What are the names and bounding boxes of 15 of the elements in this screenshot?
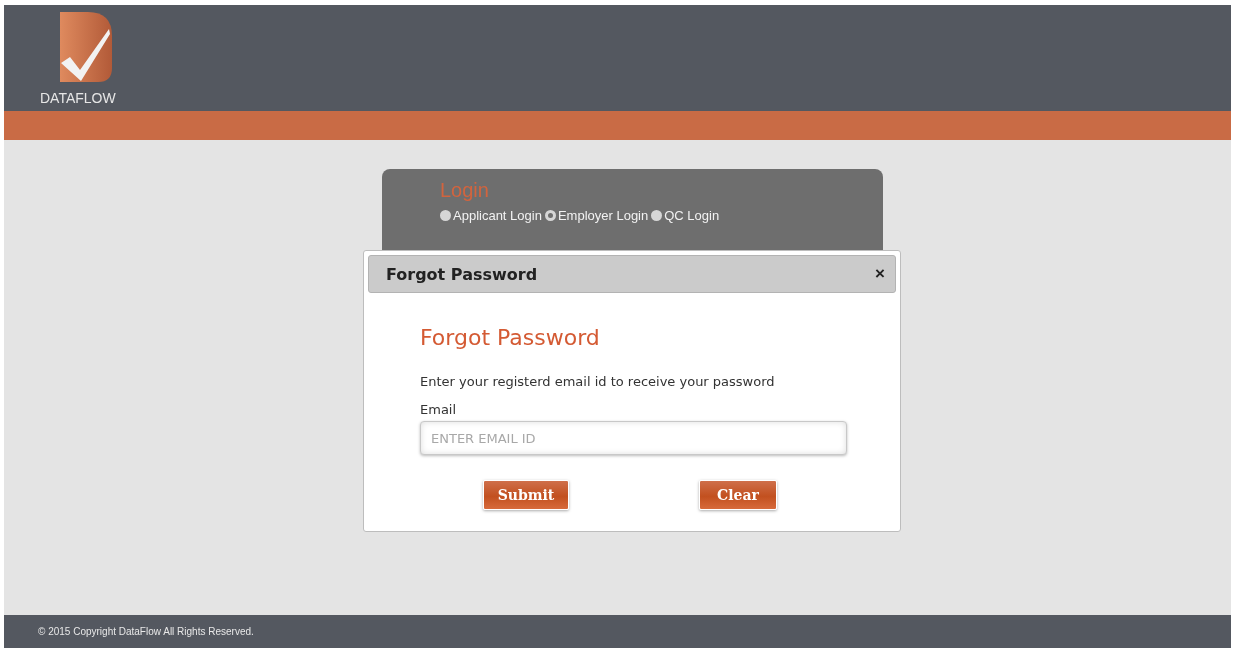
- copyright-text: © 2015 Copyright DataFlow All Rights Reserved.: [38, 626, 254, 637]
- login-type-radio[interactable]: Employer Login: [544, 208, 649, 223]
- checkmark-logo-icon: [60, 12, 112, 82]
- logo-text: DATAFLOW: [40, 90, 116, 106]
- close-button[interactable]: ×: [875, 264, 885, 284]
- login-type-radio[interactable]: QC Login: [651, 208, 720, 223]
- action-button[interactable]: Submit: [483, 480, 569, 510]
- login-title: Login: [440, 179, 490, 202]
- dialog-heading: Forgot Password: [420, 325, 601, 350]
- login-type-radio[interactable]: Applicant Login: [440, 208, 542, 223]
- action-button[interactable]: Clear: [699, 480, 777, 510]
- email-label: Email: [420, 402, 458, 417]
- email-field[interactable]: ENTER EMAIL ID: [420, 421, 847, 455]
- instruction-text: Enter your registerd email id to receive your password: [420, 374, 776, 389]
- dialog-title: Forgot Password: [386, 264, 538, 284]
